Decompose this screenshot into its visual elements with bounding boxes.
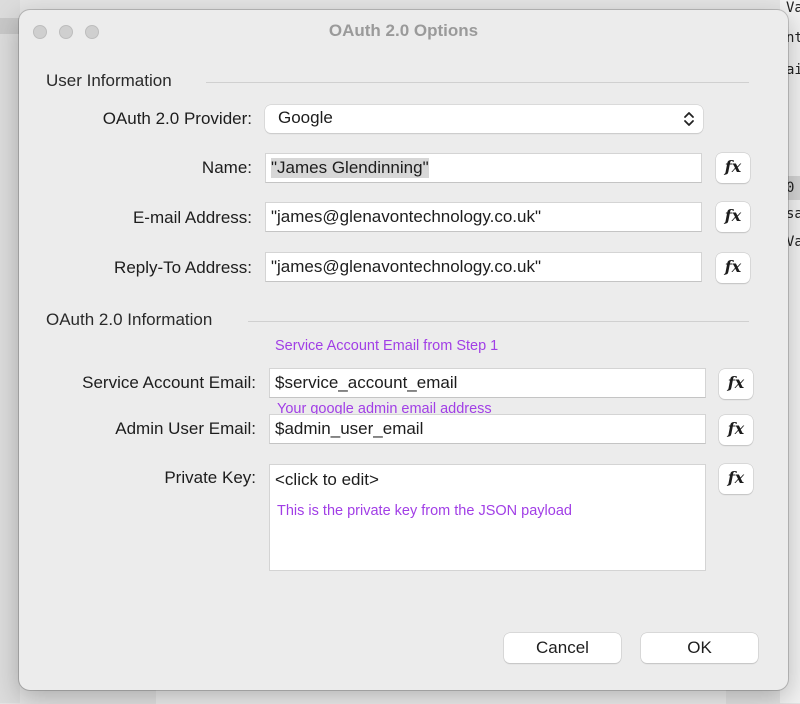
name-value: "James Glendinning" — [271, 158, 429, 178]
private-key-value: <click to edit> — [275, 470, 379, 489]
private-key-fx-button[interactable]: fx — [719, 464, 753, 494]
private-key-hint: This is the private key from the JSON pa… — [277, 503, 572, 519]
reply-to-field[interactable]: "james@glenavontechnology.co.uk" — [265, 252, 702, 282]
provider-label: OAuth 2.0 Provider: — [102, 109, 252, 128]
service-account-field[interactable]: $service_account_email — [269, 368, 706, 398]
section-user-information: User Information — [46, 71, 172, 90]
reply-to-label: Reply-To Address: — [114, 258, 252, 277]
section-divider — [206, 82, 749, 83]
service-account-value: $service_account_email — [275, 373, 458, 392]
background-text: Va — [786, 234, 800, 250]
service-account-label: Service Account Email: — [82, 373, 256, 392]
email-label: E-mail Address: — [132, 208, 252, 227]
up-down-chevron-icon — [684, 112, 694, 126]
admin-user-label: Admin User Email: — [115, 419, 256, 438]
admin-user-value: $admin_user_email — [275, 419, 424, 438]
private-key-label: Private Key: — [164, 468, 256, 487]
service-account-fx-button[interactable]: fx — [719, 369, 753, 399]
background-text: ai — [786, 62, 800, 78]
provider-value: Google — [278, 108, 333, 127]
name-label: Name: — [201, 158, 252, 177]
provider-select[interactable]: Google — [265, 105, 703, 133]
reply-to-value: "james@glenavontechnology.co.uk" — [271, 257, 541, 276]
background-panel-bottom — [156, 688, 726, 704]
title-bar[interactable]: OAuth 2.0 Options — [19, 10, 788, 52]
section-oauth-information: OAuth 2.0 Information — [46, 310, 213, 329]
service-account-hint: Service Account Email from Step 1 — [275, 338, 499, 354]
background-window-left — [0, 0, 20, 703]
email-value: "james@glenavontechnology.co.uk" — [271, 207, 541, 226]
email-field[interactable]: "james@glenavontechnology.co.uk" — [265, 202, 702, 232]
background-text: Va — [786, 0, 800, 16]
name-field[interactable]: "James Glendinning" — [265, 153, 702, 183]
ok-button[interactable]: OK — [641, 633, 758, 663]
window-title: OAuth 2.0 Options — [328, 21, 479, 40]
background-text: nt — [786, 30, 800, 46]
background-text: sa — [786, 206, 800, 222]
admin-user-fx-button[interactable]: fx — [719, 415, 753, 445]
oauth-options-dialog: OAuth 2.0 Options User Information OAuth… — [19, 10, 788, 690]
section-divider — [248, 321, 749, 322]
cancel-button[interactable]: Cancel — [504, 633, 621, 663]
email-fx-button[interactable]: fx — [716, 202, 750, 232]
admin-user-field[interactable]: $admin_user_email — [269, 414, 706, 444]
reply-to-fx-button[interactable]: fx — [716, 253, 750, 283]
background-selection — [0, 18, 20, 34]
name-fx-button[interactable]: fx — [716, 153, 750, 183]
